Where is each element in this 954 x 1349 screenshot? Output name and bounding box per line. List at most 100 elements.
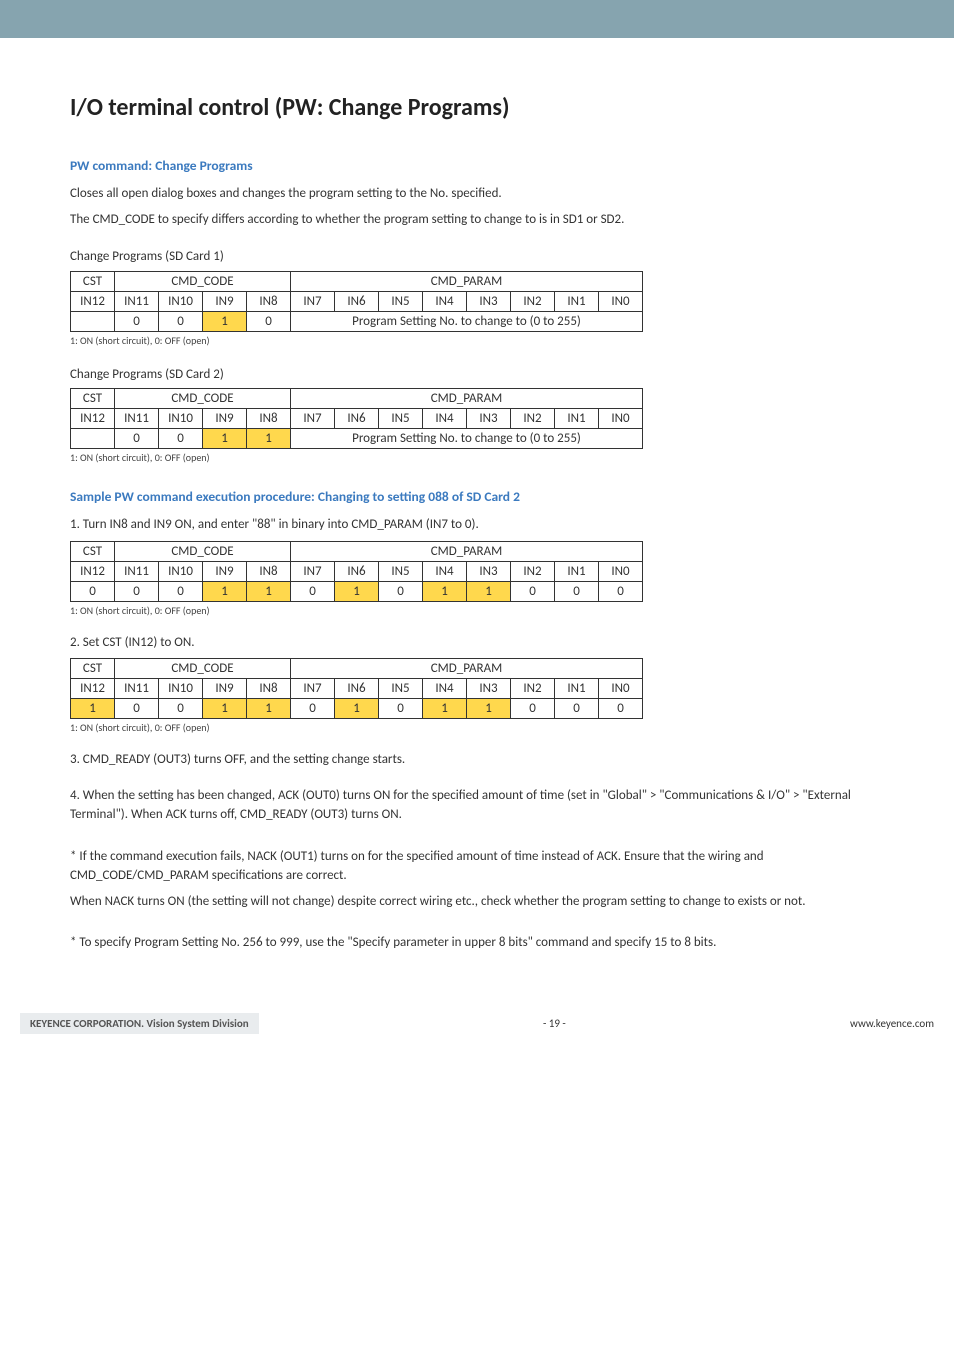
table-note: 1: ON (short circuit), 0: OFF (open) — [70, 334, 884, 347]
cell: IN10 — [159, 409, 203, 429]
cell: 0 — [159, 429, 203, 449]
cell: 0 — [159, 699, 203, 719]
table-caption: Change Programs (SD Card 2) — [70, 365, 884, 385]
cell: IN1 — [555, 291, 599, 311]
cell: 1 — [335, 699, 379, 719]
cell: IN8 — [247, 679, 291, 699]
cell: 1 — [335, 581, 379, 601]
paragraph: Closes all open dialog boxes and changes… — [70, 184, 884, 204]
top-banner — [0, 0, 954, 38]
cell: IN7 — [291, 409, 335, 429]
cell: IN8 — [247, 561, 291, 581]
table-step1: CST CMD_CODE CMD_PARAM IN12 IN11 IN10 IN… — [70, 541, 643, 602]
cell: 1 — [247, 429, 291, 449]
cell: 0 — [555, 581, 599, 601]
step-text: When NACK turns ON (the setting will not… — [70, 892, 884, 912]
cell: IN3 — [467, 291, 511, 311]
step-text: * If the command execution fails, NACK (… — [70, 847, 884, 886]
section-heading-sample: Sample PW command execution procedure: C… — [70, 488, 884, 505]
step-text: 1. Turn IN8 and IN9 ON, and enter "88" i… — [70, 515, 884, 535]
cell: IN8 — [247, 291, 291, 311]
table-caption: Change Programs (SD Card 1) — [70, 247, 884, 267]
step-text: 4. When the setting has been changed, AC… — [70, 786, 884, 825]
cell: IN7 — [291, 291, 335, 311]
cell: IN6 — [335, 679, 379, 699]
cell: IN1 — [555, 561, 599, 581]
col-cmd-param: CMD_PARAM — [291, 271, 643, 291]
cell: IN5 — [379, 561, 423, 581]
cell: 0 — [291, 581, 335, 601]
section-heading-pw-command: PW command: Change Programs — [70, 157, 884, 174]
col-cst: CST — [71, 271, 115, 291]
table-note: 1: ON (short circuit), 0: OFF (open) — [70, 604, 884, 617]
cell: 1 — [203, 699, 247, 719]
cell: IN2 — [511, 409, 555, 429]
cell: 0 — [511, 699, 555, 719]
cell: IN11 — [115, 679, 159, 699]
cell: 0 — [115, 581, 159, 601]
col-cmd-param: CMD_PARAM — [291, 541, 643, 561]
paragraph: The CMD_CODE to specify differs accordin… — [70, 210, 884, 230]
cell: IN3 — [467, 409, 511, 429]
cell: 0 — [71, 581, 115, 601]
cell: IN6 — [335, 291, 379, 311]
footer-url: www.keyence.com — [850, 1017, 934, 1030]
col-cmd-param: CMD_PARAM — [291, 389, 643, 409]
cell: IN4 — [423, 561, 467, 581]
cell: IN3 — [467, 679, 511, 699]
cell: IN4 — [423, 409, 467, 429]
cell: 0 — [555, 699, 599, 719]
col-cst: CST — [71, 659, 115, 679]
cell: IN9 — [203, 291, 247, 311]
cell: IN0 — [599, 291, 643, 311]
cell: IN5 — [379, 291, 423, 311]
page-title: I/O terminal control (PW: Change Program… — [70, 93, 884, 122]
cell: IN3 — [467, 561, 511, 581]
cell: IN6 — [335, 409, 379, 429]
cell: Program Setting No. to change to (0 to 2… — [291, 311, 643, 331]
cell: IN0 — [599, 679, 643, 699]
cell — [71, 311, 115, 331]
cell: 1 — [71, 699, 115, 719]
cell: IN9 — [203, 409, 247, 429]
cell: IN2 — [511, 561, 555, 581]
cell: IN4 — [423, 679, 467, 699]
page-number: - 19 - — [543, 1017, 566, 1030]
cell: IN11 — [115, 561, 159, 581]
cell: IN2 — [511, 291, 555, 311]
footer-company: KEYENCE CORPORATION. Vision System Divis… — [20, 1013, 259, 1034]
cell: IN7 — [291, 561, 335, 581]
col-cst: CST — [71, 389, 115, 409]
cell: IN10 — [159, 679, 203, 699]
cell: IN0 — [599, 409, 643, 429]
cell: IN5 — [379, 409, 423, 429]
cell: IN7 — [291, 679, 335, 699]
cell: 0 — [115, 311, 159, 331]
cell: IN11 — [115, 291, 159, 311]
step-text: 3. CMD_READY (OUT3) turns OFF, and the s… — [70, 750, 884, 770]
cell: IN10 — [159, 291, 203, 311]
cell: IN9 — [203, 561, 247, 581]
cell: 0 — [115, 699, 159, 719]
cell: 1 — [247, 581, 291, 601]
cell: 1 — [467, 581, 511, 601]
cell: IN12 — [71, 561, 115, 581]
cell: 1 — [247, 699, 291, 719]
cell — [71, 429, 115, 449]
cell: 0 — [159, 311, 203, 331]
step-text: * To specify Program Setting No. 256 to … — [70, 933, 884, 953]
cell: 0 — [247, 311, 291, 331]
cell: 0 — [379, 581, 423, 601]
col-cst: CST — [71, 541, 115, 561]
cell: IN11 — [115, 409, 159, 429]
col-cmd-code: CMD_CODE — [115, 541, 291, 561]
cell: IN4 — [423, 291, 467, 311]
table-sd-card-1: CST CMD_CODE CMD_PARAM IN12 IN11 IN10 IN… — [70, 271, 643, 332]
cell: 1 — [203, 429, 247, 449]
cell: IN12 — [71, 409, 115, 429]
cell: 1 — [423, 699, 467, 719]
cell: 1 — [467, 699, 511, 719]
cell: 0 — [115, 429, 159, 449]
cell: IN10 — [159, 561, 203, 581]
col-cmd-code: CMD_CODE — [115, 659, 291, 679]
